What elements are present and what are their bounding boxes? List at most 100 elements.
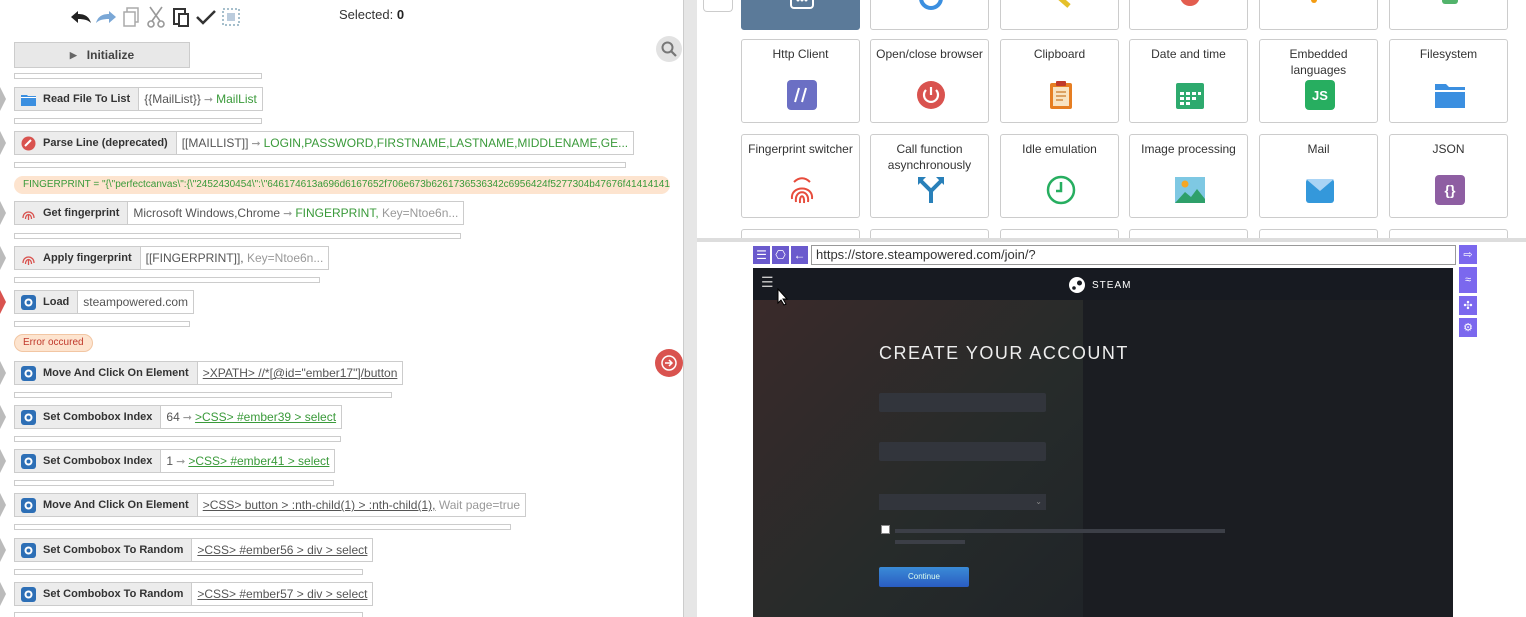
action-separator xyxy=(14,73,262,79)
action-marker xyxy=(0,449,6,473)
steam-label: STEAM xyxy=(1092,279,1132,291)
wifi-icon[interactable]: ≈ xyxy=(1459,267,1477,293)
horizontal-splitter[interactable] xyxy=(697,238,1526,242)
tile-partial[interactable] xyxy=(1000,229,1119,238)
action-output: FINGERPRINT, xyxy=(295,206,379,220)
email-field[interactable] xyxy=(879,393,1046,412)
tile-fingerprint-switcher[interactable]: Fingerprint switcher xyxy=(741,134,860,218)
tile-filesystem[interactable]: Filesystem xyxy=(1389,39,1508,123)
action-set-combobox-index-2[interactable]: Set Combobox Index 1 ➞ >CSS> #ember41 > se… xyxy=(14,449,336,473)
menu-icon[interactable]: ☰ xyxy=(753,246,770,264)
search-button[interactable] xyxy=(656,36,682,62)
tile-partial[interactable] xyxy=(870,0,989,30)
copy-icon[interactable] xyxy=(120,6,142,28)
action-apply-fingerprint[interactable]: Apply fingerprint [[FINGERPRINT]], Key=N… xyxy=(14,246,330,270)
panel-splitter[interactable] xyxy=(683,0,697,617)
action-selector: >CSS> #ember41 > select xyxy=(188,454,330,468)
tile-clipboard[interactable]: Clipboard xyxy=(1000,39,1119,123)
tile-partial[interactable] xyxy=(1259,229,1378,238)
action-separator xyxy=(14,612,363,617)
login-icon[interactable]: ⇨ xyxy=(1459,245,1477,264)
tile-image-processing[interactable]: Image processing xyxy=(1129,134,1248,218)
action-name: Set Combobox Index xyxy=(43,455,153,467)
calendar-icon xyxy=(1175,80,1205,110)
arrow-icon: ➞ xyxy=(203,93,214,106)
initialize-button[interactable]: ▶ Initialize xyxy=(14,42,190,68)
action-separator xyxy=(14,321,190,327)
undo-icon[interactable] xyxy=(70,6,92,28)
tile-open-close-browser[interactable]: Open/close browser xyxy=(870,39,989,123)
json-icon: {} xyxy=(1435,175,1465,205)
tile-partial[interactable] xyxy=(741,229,860,238)
action-param: steampowered.com xyxy=(83,295,188,309)
chat-icon xyxy=(787,0,817,17)
arrow-icon: ➞ xyxy=(176,455,186,468)
mouse-cursor-icon xyxy=(777,288,789,306)
tile-call-function-async[interactable]: Call function asynchronously xyxy=(870,134,989,218)
fingerprint-icon xyxy=(21,206,36,221)
action-marker xyxy=(0,582,6,606)
action-name: Set Combobox To Random xyxy=(43,544,184,556)
action-set-combobox-index-1[interactable]: Set Combobox Index 64 ➞ >CSS> #ember39 > s… xyxy=(14,405,343,429)
tile-partial[interactable] xyxy=(870,229,989,238)
action-parse-line[interactable]: Parse Line (deprecated) [[MAILLIST]] ➞ LOG… xyxy=(14,131,635,155)
select-all-icon[interactable] xyxy=(220,6,242,28)
url-input[interactable]: https://store.steampowered.com/join/? xyxy=(811,245,1456,265)
tile-partial[interactable] xyxy=(1259,0,1378,30)
browser-side-toolbar: ⇨ ≈ ✣ ⚙ xyxy=(1459,245,1477,340)
selected-counter: Selected: 0 xyxy=(339,7,404,22)
cut-icon[interactable] xyxy=(145,6,167,28)
bug-icon[interactable]: ✣ xyxy=(1459,296,1477,315)
tile-label: Http Client xyxy=(772,47,829,61)
tile-json[interactable]: JSON {} xyxy=(1389,134,1508,218)
tile-partial[interactable] xyxy=(741,0,860,30)
collapse-panel-button[interactable] xyxy=(655,349,683,377)
tile-partial[interactable] xyxy=(1129,229,1248,238)
browser-icon xyxy=(21,586,36,602)
action-marker xyxy=(0,131,6,155)
paste-icon[interactable] xyxy=(170,6,192,28)
action-get-fingerprint[interactable]: Get fingerprint Microsoft Windows,Chrome… xyxy=(14,201,465,225)
selected-label: Selected: xyxy=(339,7,394,22)
script-editor-panel: Selected: 0 ▶ Initialize Read File To Lis… xyxy=(0,0,683,617)
action-separator xyxy=(14,392,392,398)
action-param: {{MailList}} xyxy=(144,92,201,106)
action-load[interactable]: Load steampowered.com xyxy=(14,290,194,314)
action-output: LOGIN,PASSWORD,FIRSTNAME,LASTNAME,MIDDLE… xyxy=(263,136,629,150)
action-marker xyxy=(0,493,6,517)
tile-http-client[interactable]: Http Client xyxy=(741,39,860,123)
settings-icon[interactable]: ⚙ xyxy=(1459,318,1477,337)
browser-viewport[interactable]: ☰ STEAM CREATE YOUR ACCOUNT ⌄ Continue xyxy=(753,268,1453,617)
tile-partial[interactable] xyxy=(1389,229,1508,238)
tile-partial[interactable] xyxy=(1389,0,1508,30)
confirm-email-field[interactable] xyxy=(879,442,1046,461)
action-marker xyxy=(0,405,6,429)
redo-icon[interactable] xyxy=(95,6,117,28)
continue-button[interactable]: Continue xyxy=(879,567,969,587)
back-icon[interactable]: ← xyxy=(791,246,808,264)
action-set-combobox-random-1[interactable]: Set Combobox To Random >CSS> #ember56 > … xyxy=(14,538,374,562)
signal-icon[interactable]: ⎔ xyxy=(772,246,789,264)
tile-partial[interactable] xyxy=(1000,0,1119,30)
mail-icon xyxy=(1305,175,1335,205)
action-key: Key=Ntoe6n... xyxy=(382,206,459,220)
clock-icon xyxy=(1046,175,1076,205)
action-move-and-click-1[interactable]: Move And Click On Element >XPATH> //*[@i… xyxy=(14,361,404,385)
js-icon: JS xyxy=(1305,80,1335,110)
hamburger-icon[interactable]: ☰ xyxy=(761,274,774,291)
action-param: 64 xyxy=(166,410,180,424)
country-select[interactable]: ⌄ xyxy=(879,494,1046,510)
tile-partial[interactable] xyxy=(1129,0,1248,30)
action-selector: >CSS> button > :nth-child(1) > :nth-chil… xyxy=(202,498,436,512)
action-set-combobox-random-2[interactable]: Set Combobox To Random >CSS> #ember57 > … xyxy=(14,582,374,606)
tile-idle-emulation[interactable]: Idle emulation xyxy=(1000,134,1119,218)
tile-label: Call function asynchronously xyxy=(887,142,972,172)
tile-date-and-time[interactable]: Date and time xyxy=(1129,39,1248,123)
action-read-file-to-list[interactable]: Read File To List {{MailList}} ➞ MailList xyxy=(14,87,263,111)
tile-embedded-languages[interactable]: Embedded languages JS xyxy=(1259,39,1378,123)
action-move-and-click-2[interactable]: Move And Click On Element >CSS> button >… xyxy=(14,493,527,517)
tile-mail[interactable]: Mail xyxy=(1259,134,1378,218)
check-icon[interactable] xyxy=(195,6,217,28)
agree-checkbox[interactable] xyxy=(881,525,890,534)
refresh-icon[interactable] xyxy=(703,0,733,12)
